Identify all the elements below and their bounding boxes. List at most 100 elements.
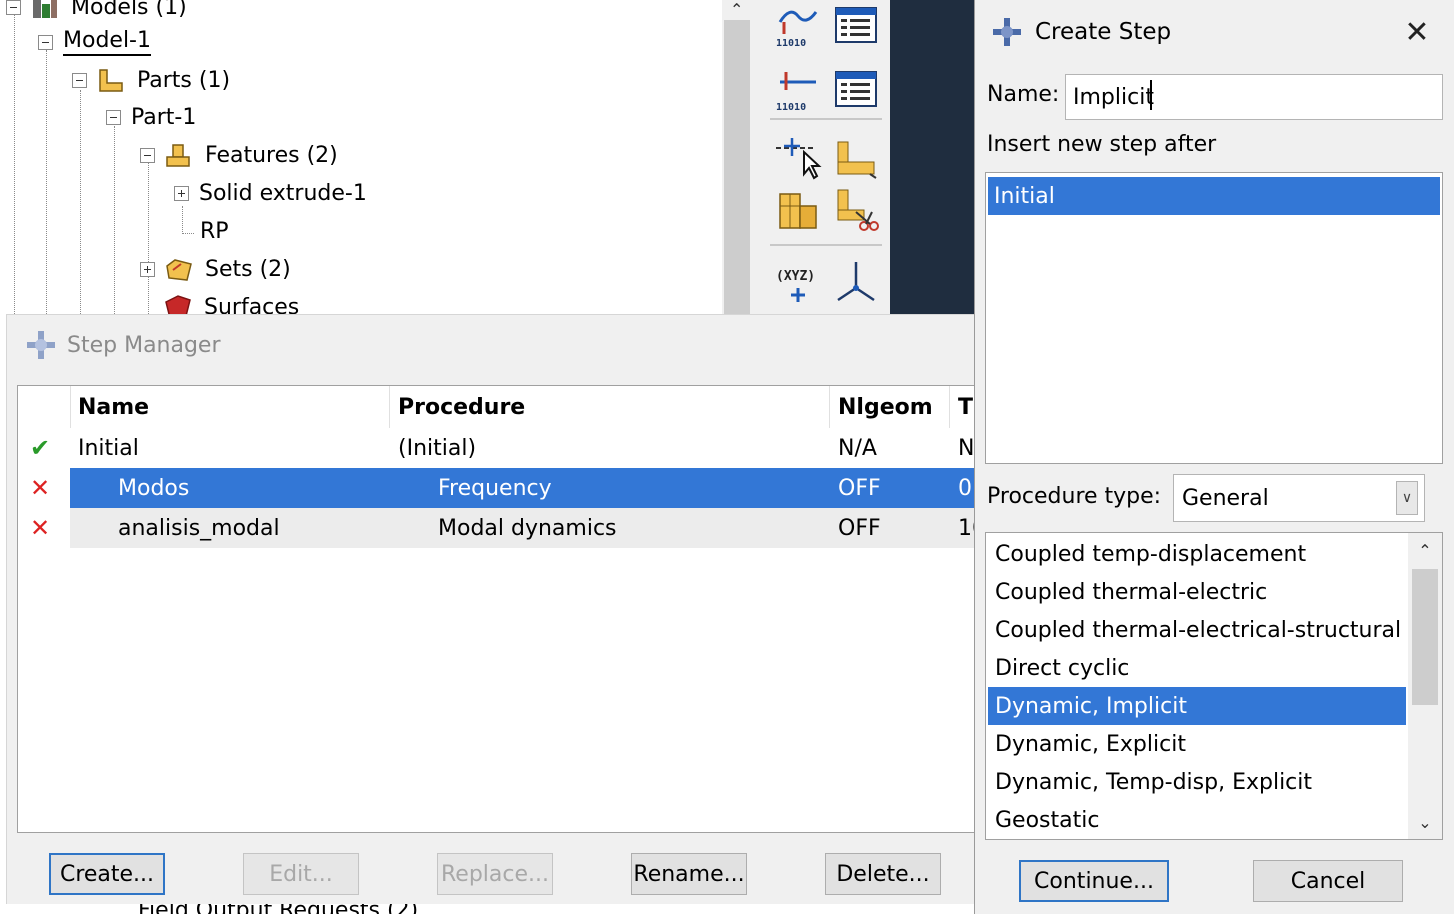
step-name-input[interactable]: [1065, 74, 1443, 120]
mesh-part-tool-icon[interactable]: [774, 186, 822, 234]
tree-node-label: Solid extrude-1: [199, 180, 367, 206]
collapse-icon[interactable]: [72, 72, 87, 88]
table-row[interactable]: ✔ Initial (Initial) N/A N: [18, 428, 976, 468]
tree-connector: [148, 162, 149, 318]
list-item-selected[interactable]: Dynamic, Implicit: [988, 687, 1406, 725]
models-icon: [31, 0, 59, 20]
row-procedure: (Initial): [398, 435, 477, 461]
collapse-icon[interactable]: [38, 34, 53, 50]
column-header-name[interactable]: Name: [70, 386, 390, 428]
procedure-list-scrollbar[interactable]: ⌃ ⌄: [1408, 533, 1442, 839]
tree-node-sets[interactable]: Sets (2): [140, 252, 291, 286]
create-step-dialog: Create Step ✕ Name: Insert new step afte…: [974, 0, 1454, 914]
tree-connector: [80, 90, 81, 318]
dialog-title: Step Manager: [67, 332, 221, 358]
step-manager-dialog: Step Manager Name Procedure Nlgeom Ti ✔ …: [6, 314, 977, 914]
row-nlgeom: N/A: [838, 435, 877, 461]
procedure-type-select[interactable]: General ∨: [1173, 474, 1425, 522]
list-item[interactable]: Dynamic, Temp-disp, Explicit: [988, 763, 1406, 801]
row-nlgeom: OFF: [838, 515, 881, 541]
name-label: Name:: [987, 82, 1060, 107]
list-item[interactable]: Dynamic, Explicit: [988, 725, 1406, 763]
collapse-icon[interactable]: [140, 147, 155, 163]
delete-button[interactable]: Delete...: [825, 853, 941, 895]
dialog-title-bar: Step Manager: [25, 329, 221, 361]
tree-node-label: Parts (1): [137, 67, 231, 93]
viewport-background: [890, 0, 974, 318]
tree-node-parts[interactable]: Parts (1): [72, 63, 230, 97]
toolbox-divider: [770, 244, 882, 246]
svg-text:(XYZ): (XYZ): [776, 269, 815, 284]
collapse-icon[interactable]: [6, 0, 21, 15]
rename-button[interactable]: Rename...: [631, 853, 747, 895]
select-adaptive-tool-icon[interactable]: [774, 134, 822, 182]
list-item[interactable]: Geostatic: [988, 801, 1406, 839]
field-output-manager-tool-icon[interactable]: [832, 66, 880, 114]
error-x-icon: ✕: [30, 514, 51, 542]
chevron-up-icon[interactable]: ⌃: [1408, 535, 1442, 565]
scrollbar-thumb[interactable]: [1412, 569, 1438, 705]
insert-after-list[interactable]: Initial: [985, 172, 1443, 464]
tree-node-field-output-requests[interactable]: Field Output Requests (2): [0, 904, 974, 914]
create-button[interactable]: Create...: [49, 853, 165, 895]
tool-binary-label: 11010: [776, 102, 806, 113]
partition-tool-icon[interactable]: [832, 134, 880, 182]
checkmark-icon: ✔: [30, 434, 51, 462]
list-item[interactable]: Coupled thermal-electric: [988, 573, 1406, 611]
insert-after-label: Insert new step after: [987, 132, 1217, 157]
column-header-nlgeom[interactable]: Nlgeom: [830, 386, 950, 428]
datum-csys-tool-icon[interactable]: [832, 258, 880, 306]
datum-point-tool-icon[interactable]: (XYZ): [774, 258, 822, 306]
tree-connector: [14, 0, 15, 318]
row-time: 0: [958, 475, 972, 501]
column-header-time[interactable]: Ti: [950, 386, 976, 428]
tree-node-label: Model-1: [63, 28, 151, 56]
chevron-down-icon[interactable]: ⌄: [1408, 807, 1442, 837]
tool-binary-label: 11010: [776, 38, 806, 49]
tree-connector: [114, 126, 115, 318]
abaqus-logo-icon: [991, 16, 1023, 48]
tree-scrollbar[interactable]: ⌃: [722, 0, 752, 318]
dialog-title-bar: Create Step: [991, 16, 1171, 48]
row-name: analisis_modal: [118, 515, 280, 541]
tree-node-label: Field Output Requests (2): [138, 904, 418, 914]
expand-icon[interactable]: [140, 261, 155, 277]
edit-button[interactable]: Edit...: [243, 853, 359, 895]
scrollbar-thumb[interactable]: [724, 20, 750, 318]
expand-icon[interactable]: [174, 185, 189, 201]
tree-node-model[interactable]: Model-1: [38, 25, 151, 59]
tree-node-models[interactable]: Models (1): [6, 0, 187, 24]
row-procedure: Modal dynamics: [438, 515, 617, 541]
procedure-type-value: General: [1182, 485, 1269, 511]
continue-button[interactable]: Continue...: [1019, 860, 1169, 902]
close-icon[interactable]: ✕: [1399, 14, 1435, 50]
row-name: Modos: [118, 475, 190, 501]
list-item[interactable]: Direct cyclic: [988, 649, 1406, 687]
list-item-selected[interactable]: Initial: [988, 177, 1440, 215]
replace-button[interactable]: Replace...: [437, 853, 553, 895]
cancel-button[interactable]: Cancel: [1253, 860, 1403, 902]
cut-tool-icon[interactable]: [832, 186, 880, 234]
procedure-list[interactable]: Coupled temp-displacement Coupled therma…: [985, 532, 1443, 840]
error-x-icon: ✕: [30, 474, 51, 502]
step-manager-tool-icon[interactable]: [832, 2, 880, 50]
chevron-up-icon[interactable]: ⌃: [730, 0, 743, 19]
chevron-down-icon[interactable]: ∨: [1396, 481, 1418, 515]
tree-node-rp[interactable]: RP: [200, 214, 229, 248]
model-tree: Models (1) Model-1 Parts (1) Part-1 Feat…: [0, 0, 752, 318]
tree-node-solid-extrude[interactable]: Solid extrude-1: [174, 176, 367, 210]
row-time: N: [958, 435, 975, 461]
tree-node-features[interactable]: Features (2): [140, 138, 338, 172]
collapse-icon[interactable]: [106, 109, 121, 125]
list-item[interactable]: Coupled thermal-electrical-structural: [988, 611, 1406, 649]
column-header-procedure[interactable]: Procedure: [390, 386, 830, 428]
create-field-output-tool-icon[interactable]: 11010: [774, 66, 822, 114]
toolbox: 11010 11010 (XYZ): [752, 0, 890, 318]
create-step-tool-icon[interactable]: 11010: [774, 2, 822, 50]
tree-connector: [46, 50, 47, 318]
table-row-selected[interactable]: ✕ Modos Frequency OFF 0: [18, 468, 976, 508]
list-item[interactable]: Coupled temp-displacement: [988, 535, 1406, 573]
table-row[interactable]: ✕ analisis_modal Modal dynamics OFF 10: [18, 508, 976, 548]
tree-node-part[interactable]: Part-1: [106, 100, 196, 134]
steps-table[interactable]: Name Procedure Nlgeom Ti ✔ Initial (Init…: [17, 385, 977, 833]
